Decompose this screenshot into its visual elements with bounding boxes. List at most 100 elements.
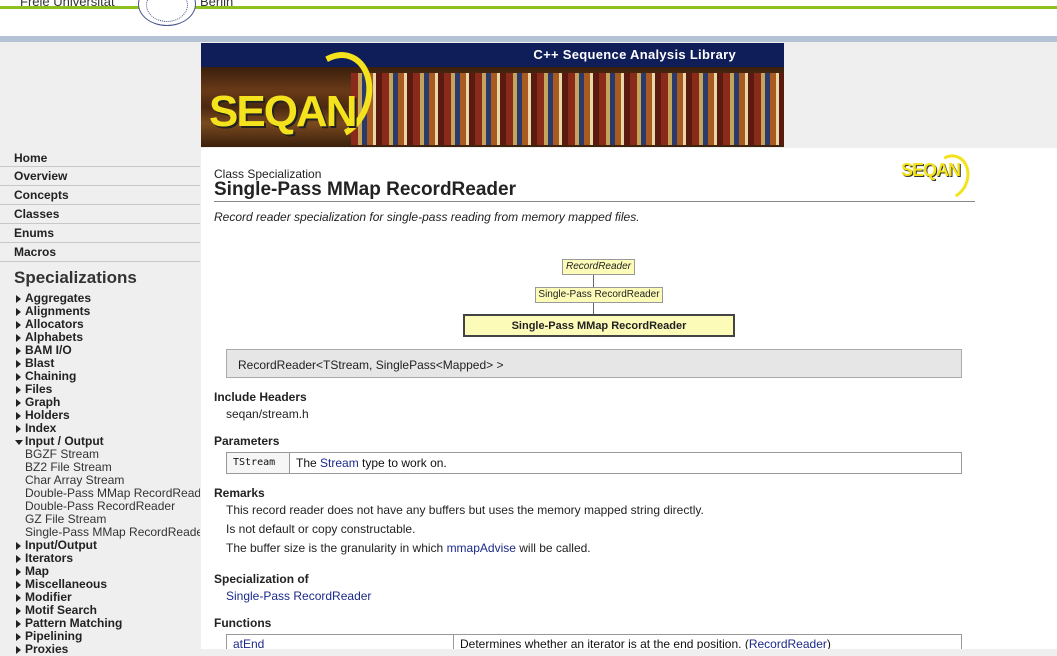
category-label: Holders xyxy=(25,408,70,422)
functions-table: atEnd Determines whether an iterator is … xyxy=(226,634,962,649)
category-label: Aggregates xyxy=(25,291,92,305)
remark-3: The buffer size is the granularity in wh… xyxy=(226,541,591,555)
triangle-right-icon xyxy=(16,555,21,563)
signature-box: RecordReader<TStream, SinglePass<Mapped>… xyxy=(226,349,962,378)
category-label: Motif Search xyxy=(25,603,98,617)
triangle-right-icon xyxy=(16,633,21,641)
category-label: Alignments xyxy=(25,304,91,318)
university-name: Freie Universität xyxy=(20,0,115,9)
triangle-right-icon xyxy=(16,646,21,654)
recordreader-link[interactable]: RecordReader xyxy=(749,637,827,649)
triangle-right-icon xyxy=(16,412,21,420)
category-input-output-expanded[interactable]: Input / Output xyxy=(0,435,200,448)
category-label: Map xyxy=(25,564,49,578)
include-heading: Include Headers xyxy=(214,390,307,404)
hierarchy-connector xyxy=(593,303,594,314)
category-label: Pattern Matching xyxy=(25,616,123,630)
triangle-right-icon xyxy=(16,425,21,433)
triangle-right-icon xyxy=(16,542,21,550)
banner-slogan: C++ Sequence Analysis Library xyxy=(533,47,736,62)
category-label: Proxies xyxy=(25,642,69,656)
category-label: Graph xyxy=(25,395,61,409)
triangle-right-icon xyxy=(16,373,21,381)
page-description: Record reader specialization for single-… xyxy=(214,210,640,224)
category-label: Pipelining xyxy=(25,629,83,643)
include-file: seqan/stream.h xyxy=(226,407,309,421)
function-atend-link[interactable]: atEnd xyxy=(227,635,454,649)
books-image xyxy=(351,73,784,145)
function-description: Determines whether an iterator is at the… xyxy=(454,635,837,649)
main-content: Class Specialization Single-Pass MMap Re… xyxy=(201,148,1057,649)
sidebar-item-bgzf-stream[interactable]: BGZF Stream xyxy=(0,448,200,461)
title-divider xyxy=(214,201,975,202)
university-city: Berlin xyxy=(200,0,234,9)
remarks-heading: Remarks xyxy=(214,486,265,500)
param-name: TStream xyxy=(227,453,290,473)
param-desc-text: type to work on. xyxy=(358,456,447,470)
category-label: Input / Output xyxy=(25,434,104,448)
university-header: Freie Universität Berlin xyxy=(0,0,1057,42)
seqan-banner[interactable]: C++ Sequence Analysis Library SEQAN xyxy=(201,43,784,147)
triangle-right-icon xyxy=(16,347,21,355)
sidebar-item-double-pass-recordreader[interactable]: Double-Pass RecordReader xyxy=(0,500,200,513)
seqan-logo: SEQAN xyxy=(209,87,357,136)
hierarchy-single-pass[interactable]: Single-Pass RecordReader xyxy=(535,287,663,303)
remark-text: The buffer size is the granularity in wh… xyxy=(226,541,447,555)
category-label: BAM I/O xyxy=(25,343,72,357)
param-description: The Stream type to work on. xyxy=(290,453,453,473)
sidebar-section-title: Specializations xyxy=(14,268,137,287)
remark-1: This record reader does not have any buf… xyxy=(226,503,704,517)
function-desc-text: ) xyxy=(826,637,831,649)
parameters-table: TStream The Stream type to work on. xyxy=(226,452,962,474)
hierarchy-record-reader[interactable]: RecordReader xyxy=(562,259,635,275)
triangle-right-icon xyxy=(16,581,21,589)
triangle-right-icon xyxy=(16,308,21,316)
nav-enums[interactable]: Enums xyxy=(0,224,200,243)
blue-stripe xyxy=(0,36,1057,42)
category-label: Index xyxy=(25,421,57,435)
nav-overview[interactable]: Overview xyxy=(0,167,200,186)
category-label: Chaining xyxy=(25,369,77,383)
triangle-right-icon xyxy=(16,607,21,615)
parameters-heading: Parameters xyxy=(214,434,280,448)
hierarchy-current: Single-Pass MMap RecordReader xyxy=(463,314,735,337)
triangle-right-icon xyxy=(16,295,21,303)
sidebar-item-double-pass-mmap-recordreader[interactable]: Double-Pass MMap RecordReader xyxy=(0,487,200,500)
category-proxies[interactable]: Proxies xyxy=(0,643,200,656)
nav-macros[interactable]: Macros xyxy=(0,243,200,262)
sidebar-item-char-array-stream[interactable]: Char Array Stream xyxy=(0,474,200,487)
triangle-right-icon xyxy=(16,360,21,368)
seqan-small-logo: SEQAN xyxy=(901,160,961,180)
sidebar: Home Overview Concepts Classes Enums Mac… xyxy=(0,148,200,656)
remark-2: Is not default or copy constructable. xyxy=(226,522,416,536)
category-label: Input/Output xyxy=(25,538,97,552)
stream-link[interactable]: Stream xyxy=(320,456,359,470)
nav-classes[interactable]: Classes xyxy=(0,205,200,224)
category-label: Miscellaneous xyxy=(25,577,108,591)
category-label: Allocators xyxy=(25,317,84,331)
function-desc-text: Determines whether an iterator is at the… xyxy=(460,637,749,649)
triangle-right-icon xyxy=(16,594,21,602)
nav-concepts[interactable]: Concepts xyxy=(0,186,200,205)
specialization-link[interactable]: Single-Pass RecordReader xyxy=(226,589,371,603)
banner-title-bar: C++ Sequence Analysis Library xyxy=(201,43,784,67)
page-title: Single-Pass MMap RecordReader xyxy=(214,179,516,200)
category-label: Iterators xyxy=(25,551,74,565)
category-label: Blast xyxy=(25,356,55,370)
triangle-right-icon xyxy=(16,620,21,628)
functions-heading: Functions xyxy=(214,616,272,630)
specialization-heading: Specialization of xyxy=(214,572,309,586)
sidebar-item-bz2-file-stream[interactable]: BZ2 File Stream xyxy=(0,461,200,474)
param-desc-text: The xyxy=(296,456,321,470)
sidebar-item-gz-file-stream[interactable]: GZ File Stream xyxy=(0,513,200,526)
triangle-down-icon xyxy=(15,440,23,445)
category-label: Modifier xyxy=(25,590,72,604)
triangle-right-icon xyxy=(16,334,21,342)
mmapadvise-link[interactable]: mmapAdvise xyxy=(447,541,516,555)
triangle-right-icon xyxy=(16,321,21,329)
hierarchy-connector xyxy=(593,275,594,287)
category-label: Alphabets xyxy=(25,330,84,344)
nav-home[interactable]: Home xyxy=(0,148,200,167)
remark-text: will be called. xyxy=(515,541,591,555)
category-label: Files xyxy=(25,382,53,396)
